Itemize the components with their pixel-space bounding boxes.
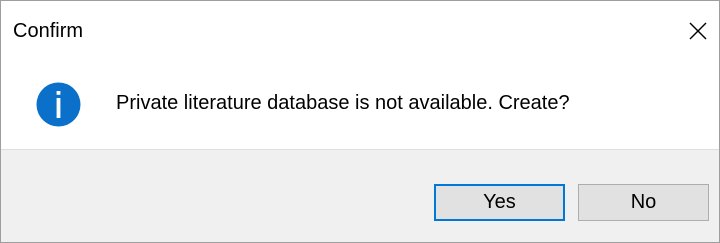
dialog-message: Private literature database is not avail… (116, 92, 570, 114)
info-icon (36, 82, 81, 127)
title-bar: Confirm (1, 1, 719, 65)
button-bar: Yes No (1, 149, 719, 242)
confirm-dialog: Confirm Private literature database is n… (0, 0, 720, 243)
close-button[interactable] (677, 9, 719, 53)
dialog-title: Confirm (13, 20, 84, 42)
yes-button[interactable]: Yes (434, 184, 565, 221)
close-icon (689, 22, 707, 40)
no-button[interactable]: No (578, 184, 709, 221)
dialog-content: Private literature database is not avail… (1, 65, 719, 149)
